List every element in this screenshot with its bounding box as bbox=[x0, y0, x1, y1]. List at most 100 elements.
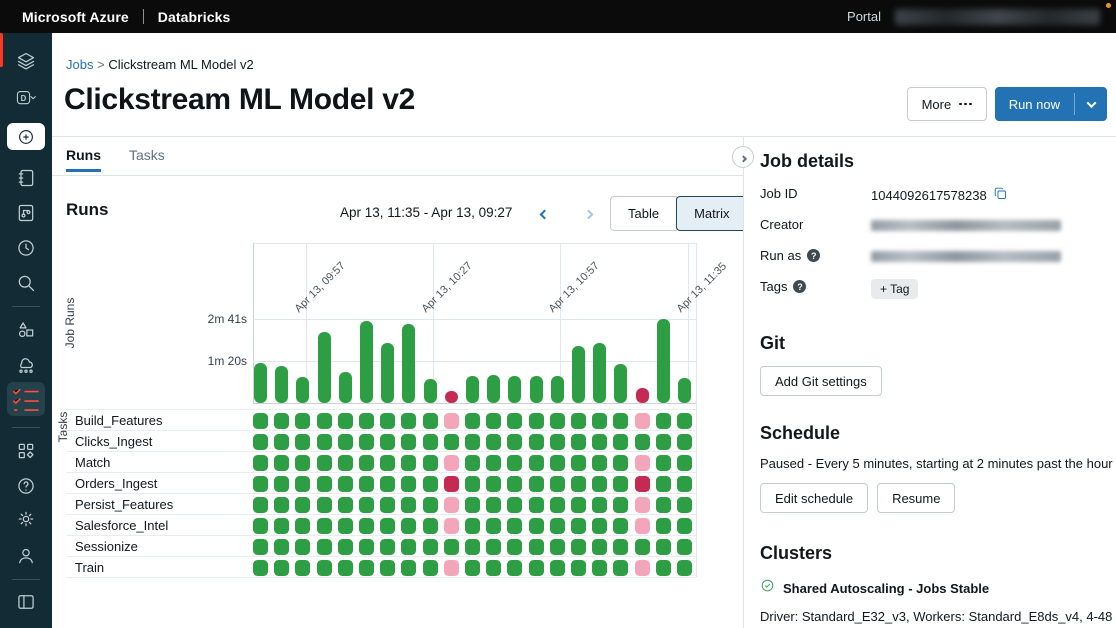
task-run-cell[interactable] bbox=[338, 560, 353, 576]
task-run-cell[interactable] bbox=[380, 518, 395, 534]
task-label[interactable]: Persist_Features bbox=[75, 494, 173, 515]
task-run-cell[interactable] bbox=[571, 455, 586, 471]
repos-icon[interactable] bbox=[0, 201, 52, 224]
task-run-cell[interactable] bbox=[677, 434, 692, 450]
task-run-cell[interactable] bbox=[656, 476, 671, 492]
task-run-cell[interactable] bbox=[613, 560, 628, 576]
task-run-cell[interactable] bbox=[253, 497, 268, 513]
task-run-cell[interactable] bbox=[295, 455, 310, 471]
task-run-cell[interactable] bbox=[486, 455, 501, 471]
task-run-cell[interactable] bbox=[656, 518, 671, 534]
microsoft-azure-brand[interactable]: Microsoft Azure bbox=[22, 9, 129, 25]
run-bar[interactable] bbox=[275, 366, 288, 403]
task-run-cell[interactable] bbox=[529, 413, 544, 429]
task-label[interactable]: Sessionize bbox=[75, 536, 138, 557]
task-run-cell[interactable] bbox=[317, 497, 332, 513]
help-icon[interactable] bbox=[0, 474, 52, 497]
task-run-cell[interactable] bbox=[380, 434, 395, 450]
run-bar[interactable] bbox=[254, 363, 267, 403]
task-run-cell[interactable] bbox=[656, 497, 671, 513]
account-icon[interactable] bbox=[0, 545, 52, 568]
task-run-cell[interactable] bbox=[571, 560, 586, 576]
task-run-cell[interactable] bbox=[656, 434, 671, 450]
task-run-cell[interactable] bbox=[613, 413, 628, 429]
task-run-cell[interactable] bbox=[338, 434, 353, 450]
task-run-cell[interactable] bbox=[465, 518, 480, 534]
run-bar[interactable] bbox=[678, 378, 691, 403]
task-label[interactable]: Orders_Ingest bbox=[75, 473, 157, 494]
task-run-cell[interactable] bbox=[656, 539, 671, 555]
task-run-cell[interactable] bbox=[571, 476, 586, 492]
task-run-cell[interactable] bbox=[423, 476, 438, 492]
task-run-cell[interactable] bbox=[635, 497, 650, 513]
task-run-cell[interactable] bbox=[677, 413, 692, 429]
task-run-cell[interactable] bbox=[380, 476, 395, 492]
task-run-cell[interactable] bbox=[338, 455, 353, 471]
task-run-cell[interactable] bbox=[338, 518, 353, 534]
task-run-cell[interactable] bbox=[507, 560, 522, 576]
run-now-button[interactable]: Run now bbox=[995, 87, 1074, 121]
task-run-cell[interactable] bbox=[423, 560, 438, 576]
portal-link[interactable]: Portal bbox=[847, 9, 881, 24]
task-run-cell[interactable] bbox=[295, 476, 310, 492]
task-run-cell[interactable] bbox=[465, 455, 480, 471]
help-question-icon[interactable]: ? bbox=[807, 249, 820, 262]
partner-connect-icon[interactable] bbox=[0, 439, 52, 462]
task-run-cell[interactable] bbox=[444, 560, 459, 576]
task-run-cell[interactable] bbox=[295, 413, 310, 429]
task-run-cell[interactable] bbox=[253, 518, 268, 534]
task-run-cell[interactable] bbox=[401, 560, 416, 576]
task-run-cell[interactable] bbox=[507, 518, 522, 534]
task-run-cell[interactable] bbox=[317, 434, 332, 450]
workspace-icon[interactable] bbox=[0, 166, 52, 189]
run-bar[interactable] bbox=[445, 391, 458, 403]
task-run-cell[interactable] bbox=[338, 413, 353, 429]
task-run-cell[interactable] bbox=[253, 455, 268, 471]
task-run-cell[interactable] bbox=[274, 413, 289, 429]
task-run-cell[interactable] bbox=[380, 539, 395, 555]
run-bar[interactable] bbox=[657, 319, 670, 403]
run-now-dropdown-button[interactable] bbox=[1075, 87, 1107, 121]
task-run-cell[interactable] bbox=[444, 539, 459, 555]
task-run-cell[interactable] bbox=[677, 539, 692, 555]
task-run-cell[interactable] bbox=[380, 455, 395, 471]
task-run-cell[interactable] bbox=[529, 518, 544, 534]
data-icon[interactable] bbox=[0, 318, 52, 341]
workflows-icon-active[interactable] bbox=[7, 382, 45, 416]
task-run-cell[interactable] bbox=[444, 476, 459, 492]
task-run-cell[interactable] bbox=[635, 455, 650, 471]
task-run-cell[interactable] bbox=[423, 539, 438, 555]
task-run-cell[interactable] bbox=[465, 539, 480, 555]
task-run-cell[interactable] bbox=[529, 497, 544, 513]
task-run-cell[interactable] bbox=[253, 560, 268, 576]
task-run-cell[interactable] bbox=[359, 560, 374, 576]
task-label[interactable]: Clicks_Ingest bbox=[75, 431, 152, 452]
task-run-cell[interactable] bbox=[317, 476, 332, 492]
task-run-cell[interactable] bbox=[550, 455, 565, 471]
edit-schedule-button[interactable]: Edit schedule bbox=[760, 483, 868, 513]
task-run-cell[interactable] bbox=[592, 497, 607, 513]
breadcrumb-jobs-link[interactable]: Jobs bbox=[66, 57, 93, 72]
task-label[interactable]: Train bbox=[75, 557, 104, 578]
run-bar[interactable] bbox=[636, 388, 649, 403]
task-run-cell[interactable] bbox=[635, 539, 650, 555]
run-bar[interactable] bbox=[296, 377, 309, 403]
task-run-cell[interactable] bbox=[571, 413, 586, 429]
task-run-cell[interactable] bbox=[486, 413, 501, 429]
add-tag-button[interactable]: + Tag bbox=[871, 279, 918, 299]
run-bar[interactable] bbox=[318, 332, 331, 403]
task-run-cell[interactable] bbox=[359, 539, 374, 555]
task-run-cell[interactable] bbox=[295, 539, 310, 555]
task-run-cell[interactable] bbox=[401, 476, 416, 492]
task-run-cell[interactable] bbox=[423, 518, 438, 534]
task-run-cell[interactable] bbox=[486, 539, 501, 555]
run-bar[interactable] bbox=[530, 376, 543, 403]
run-bar[interactable] bbox=[593, 343, 606, 403]
task-run-cell[interactable] bbox=[401, 455, 416, 471]
task-run-cell[interactable] bbox=[401, 413, 416, 429]
task-run-cell[interactable] bbox=[592, 560, 607, 576]
task-run-cell[interactable] bbox=[317, 518, 332, 534]
task-run-cell[interactable] bbox=[592, 518, 607, 534]
task-run-cell[interactable] bbox=[359, 455, 374, 471]
new-button[interactable] bbox=[7, 123, 45, 150]
